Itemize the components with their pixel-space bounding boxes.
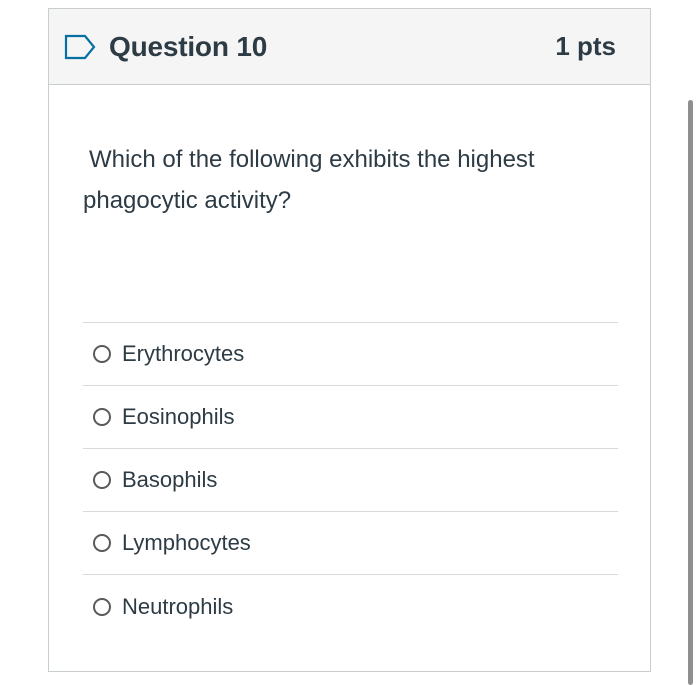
question-body: Which of the following exhibits the high… — [49, 85, 650, 638]
question-header: Question 10 1 pts — [49, 9, 650, 85]
answer-label: Lymphocytes — [122, 530, 251, 555]
flag-outline-icon[interactable] — [63, 33, 97, 61]
radio-button[interactable] — [93, 408, 111, 426]
radio-button[interactable] — [93, 534, 111, 552]
answer-label: Basophils — [122, 467, 218, 492]
answer-option-eosinophils[interactable]: Eosinophils — [83, 386, 618, 449]
radio-button[interactable] — [93, 345, 111, 363]
answer-label: Neutrophils — [122, 593, 234, 619]
answer-label: Erythrocytes — [122, 341, 245, 366]
answer-option-neutrophils[interactable]: Neutrophils — [83, 575, 618, 638]
answer-label: Eosinophils — [122, 404, 235, 429]
answer-option-basophils[interactable]: Basophils — [83, 449, 618, 512]
answer-option-lymphocytes[interactable]: Lymphocytes — [83, 512, 618, 575]
radio-button[interactable] — [93, 471, 111, 489]
question-header-left: Question 10 — [63, 31, 267, 63]
answer-option-erythrocytes[interactable]: Erythrocytes — [83, 323, 618, 386]
question-text: Which of the following exhibits the high… — [83, 146, 535, 214]
question-points: 1 pts — [555, 31, 616, 61]
radio-button[interactable] — [93, 597, 111, 616]
vertical-scrollbar[interactable] — [688, 100, 693, 685]
question-title: Question 10 — [109, 30, 268, 62]
question-card: Question 10 1 pts Which of the following… — [48, 8, 651, 672]
answer-list: Erythrocytes Eosinophils Basophils Lymph… — [83, 322, 618, 638]
